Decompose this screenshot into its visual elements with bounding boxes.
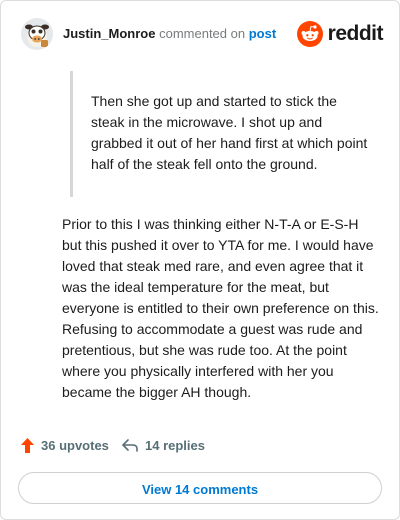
reddit-alien-icon	[296, 21, 323, 47]
reply-arrow-icon	[122, 439, 138, 452]
username-link[interactable]: Justin_Monroe	[63, 26, 155, 41]
comment-stats: 36 upvotes 14 replies	[21, 438, 381, 458]
upvote-count: 36 upvotes	[41, 438, 109, 453]
upvote-arrow-icon	[21, 438, 34, 453]
comment-header: Justin_Monroe commented on post reddit	[21, 18, 384, 50]
post-link[interactable]: post	[249, 26, 276, 41]
comment-body: Prior to this I was thinking either N-T-…	[62, 216, 379, 400]
view-comments-button[interactable]: View 14 comments	[18, 472, 382, 504]
replies-count: 14 replies	[145, 438, 205, 453]
comment-card: Justin_Monroe commented on post reddit T…	[0, 0, 400, 520]
reddit-logo[interactable]: reddit	[296, 20, 384, 48]
upvote-button[interactable]: 36 upvotes	[21, 438, 109, 453]
quoted-text: Then she got up and started to stick the…	[70, 71, 370, 197]
replies-button[interactable]: 14 replies	[122, 438, 205, 453]
reddit-wordmark: reddit	[327, 22, 384, 45]
action-text: commented on	[159, 26, 246, 41]
comment-byline: Justin_Monroe commented on post	[63, 26, 276, 41]
cartoon-cow-avatar-icon	[21, 18, 53, 50]
avatar[interactable]	[21, 18, 53, 50]
